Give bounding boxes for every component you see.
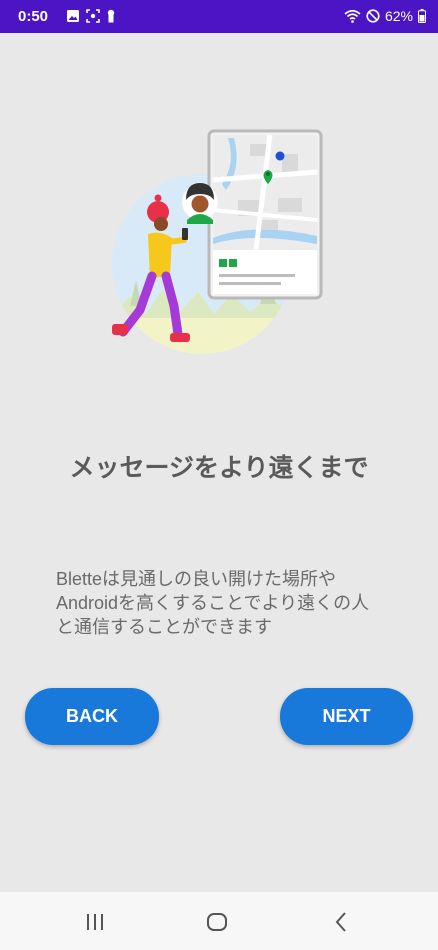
- status-bar: 0:50 62%: [0, 0, 438, 33]
- description-line: Androidを高くすることでより遠くの人: [56, 593, 370, 613]
- battery-icon: [418, 9, 426, 23]
- description-line: と通信することができます: [56, 617, 272, 637]
- image-icon: [67, 10, 79, 22]
- keyhole-icon: [107, 9, 115, 23]
- next-button[interactable]: NEXT: [280, 688, 413, 745]
- back-button[interactable]: BACK: [25, 688, 159, 745]
- wifi-icon: [344, 9, 361, 23]
- battery-percent: 62%: [384, 8, 413, 24]
- back-icon[interactable]: [330, 910, 354, 934]
- onboarding-illustration: [112, 129, 323, 354]
- do-not-disturb-icon: [366, 9, 380, 23]
- page-title: メッセージをより遠くまで: [69, 454, 369, 482]
- description-line: Bletteは見通しの良い開けた場所や: [56, 569, 337, 589]
- status-notification-icons: [66, 9, 116, 23]
- home-icon[interactable]: [205, 910, 229, 934]
- description-text: Bletteは見通しの良い開けた場所や Androidを高くすることでより遠くの…: [56, 567, 406, 639]
- status-time: 0:50: [18, 8, 49, 25]
- recents-icon[interactable]: [83, 910, 107, 934]
- phone-map-illustration: [207, 129, 323, 300]
- status-system-icons: 62%: [344, 8, 426, 24]
- screenshot-icon: [86, 9, 100, 23]
- navigation-bar: [0, 892, 438, 950]
